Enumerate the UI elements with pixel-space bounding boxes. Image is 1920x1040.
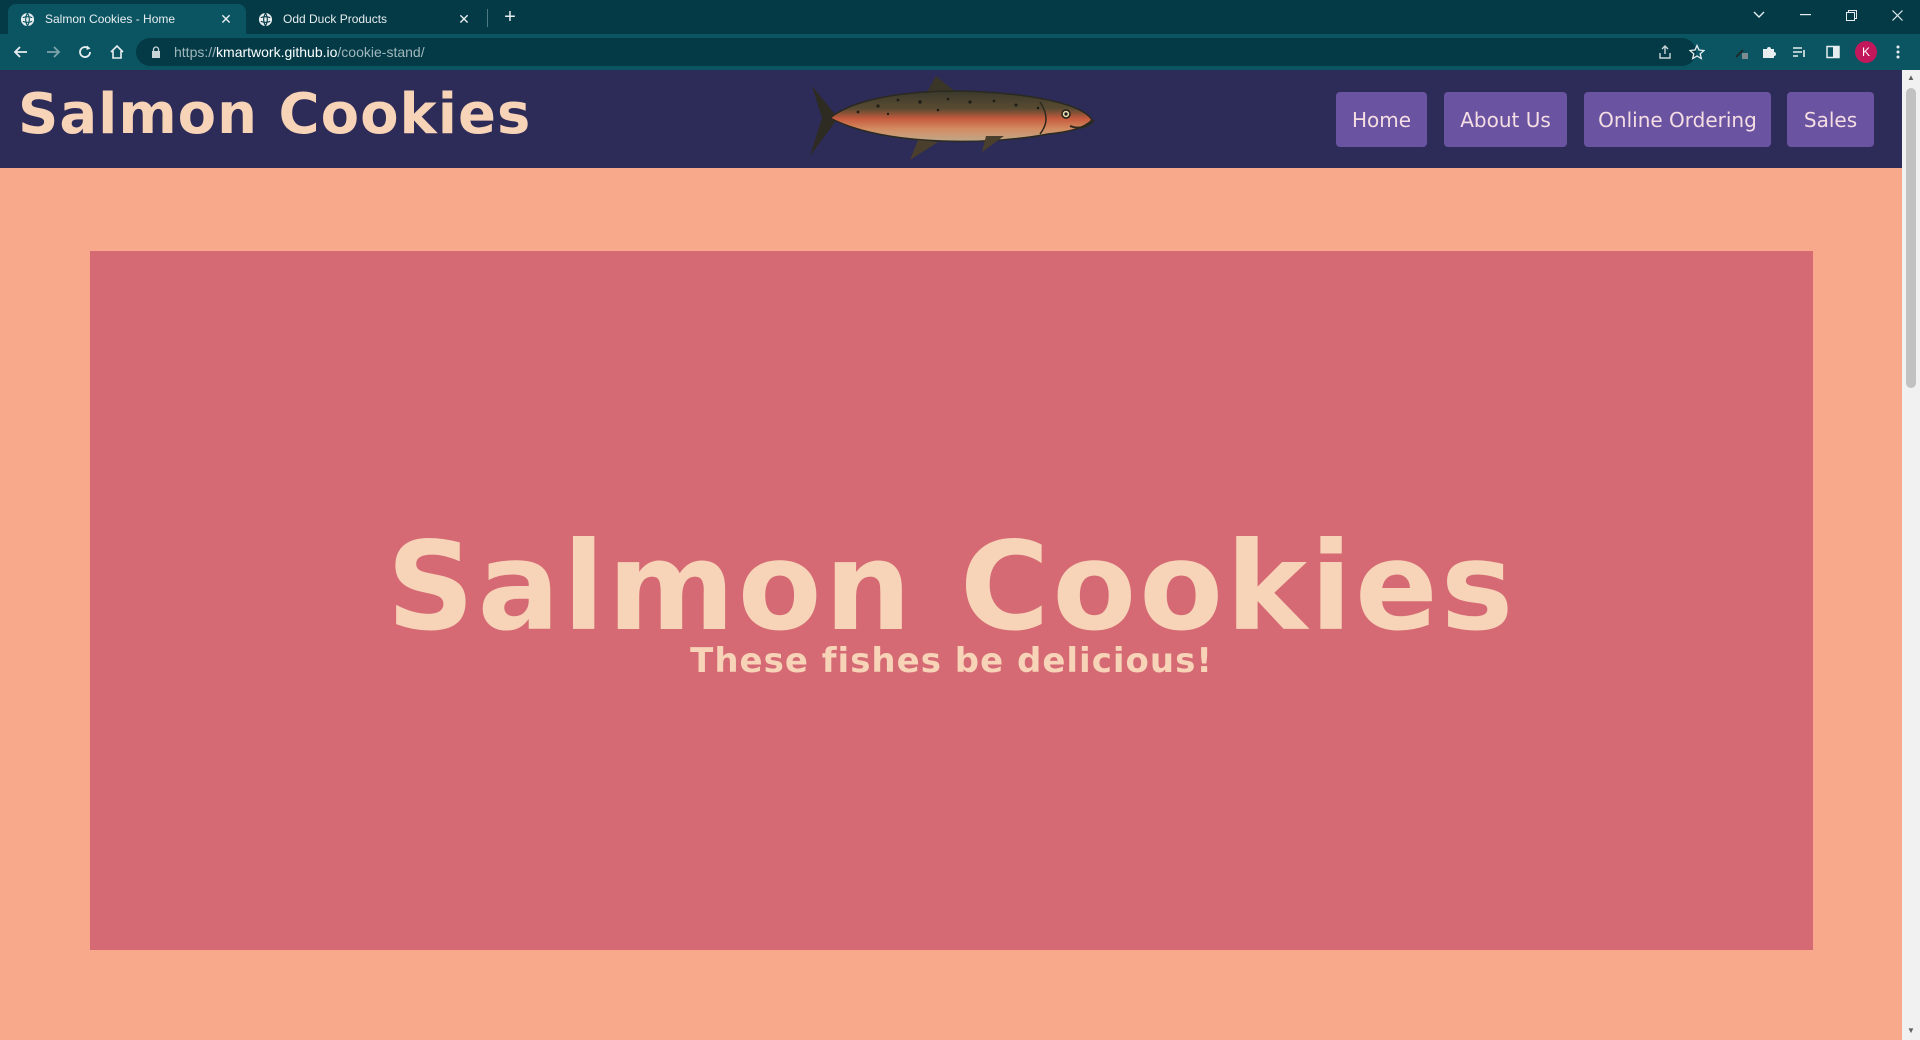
scroll-thumb[interactable] [1906, 88, 1916, 388]
puzzle-icon[interactable] [1757, 40, 1781, 64]
hero-title: Salmon Cookies [386, 516, 1517, 658]
reload-icon[interactable] [73, 40, 97, 64]
page-scrollbar[interactable]: ▲ ▼ [1902, 70, 1920, 1040]
close-icon[interactable]: ✕ [456, 11, 472, 27]
star-icon[interactable] [1685, 40, 1709, 64]
url-host: kmartwork.github.io [216, 44, 338, 60]
close-icon[interactable]: ✕ [218, 11, 234, 27]
tab-title: Salmon Cookies - Home [45, 12, 176, 26]
url-path: /cookie-stand/ [337, 44, 425, 60]
hero-banner: Salmon Cookies These fishes be delicious… [90, 251, 1813, 950]
scroll-down-icon[interactable]: ▼ [1906, 1026, 1916, 1036]
tab-odd-duck-products[interactable]: Odd Duck Products ✕ [246, 4, 484, 34]
extension-icon[interactable] [1729, 40, 1753, 64]
chevron-down-icon[interactable] [1736, 0, 1782, 30]
minimize-icon[interactable] [1782, 0, 1828, 30]
nav-about-us-button[interactable]: About Us [1444, 92, 1567, 147]
tab-title: Odd Duck Products [283, 12, 388, 26]
kebab-menu-icon[interactable] [1886, 40, 1910, 64]
nav-home-button[interactable]: Home [1336, 92, 1427, 147]
share-icon[interactable] [1653, 40, 1677, 64]
globe-icon [20, 12, 35, 27]
back-arrow-icon[interactable] [9, 40, 33, 64]
salmon-fish-image [808, 72, 1098, 164]
profile-avatar[interactable]: K [1855, 41, 1877, 63]
plus-icon[interactable]: + [498, 5, 522, 29]
browser-tab-bar: Salmon Cookies - Home ✕ Odd Duck Product… [0, 0, 1920, 34]
side-panel-icon[interactable] [1821, 40, 1845, 64]
tab-separator [487, 9, 488, 27]
site-header: Salmon Cookies Home About Us Online Orde… [0, 70, 1902, 168]
url-text: https://kmartwork.github.io/cookie-stand… [174, 44, 425, 60]
globe-icon [258, 12, 273, 27]
restore-icon[interactable] [1828, 0, 1874, 30]
browser-toolbar: https://kmartwork.github.io/cookie-stand… [0, 34, 1920, 70]
site-title: Salmon Cookies [18, 82, 532, 147]
home-icon[interactable] [105, 40, 129, 64]
hero-subtitle: These fishes be delicious! [690, 641, 1213, 681]
nav-sales-button[interactable]: Sales [1787, 92, 1874, 147]
lock-icon[interactable] [150, 46, 162, 58]
scroll-up-icon[interactable]: ▲ [1906, 73, 1916, 83]
tab-salmon-cookies[interactable]: Salmon Cookies - Home ✕ [8, 4, 246, 34]
nav-online-ordering-button[interactable]: Online Ordering [1584, 92, 1771, 147]
reading-list-icon[interactable] [1787, 40, 1811, 64]
url-scheme: https:// [174, 44, 217, 60]
address-bar[interactable]: https://kmartwork.github.io/cookie-stand… [136, 38, 1696, 66]
close-window-icon[interactable] [1874, 0, 1920, 30]
forward-arrow-icon[interactable] [41, 40, 65, 64]
